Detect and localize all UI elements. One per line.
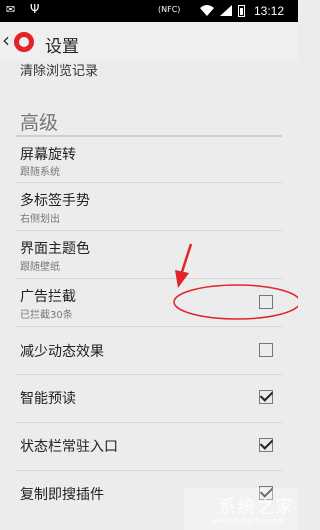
setting-title: 界面主题色: [20, 241, 90, 257]
setting-title: 多标签手势: [20, 193, 90, 209]
reduce-animation-checkbox[interactable]: [259, 343, 273, 357]
setting-reduce-animation[interactable]: 减少动态效果: [0, 327, 298, 374]
setting-subtitle: 跟随系统: [20, 167, 60, 178]
watermark-logo: 系统之家: [218, 497, 294, 518]
app-bar: ‹ 设置: [0, 22, 298, 62]
setting-title: 复制即搜插件: [20, 487, 104, 503]
setting-theme-color[interactable]: 界面主题色 跟随壁纸: [0, 231, 298, 278]
setting-subtitle: 跟随壁纸: [20, 262, 60, 273]
setting-title: 智能预读: [20, 391, 76, 407]
usb-icon: Ψ: [30, 2, 40, 16]
setting-tab-gesture[interactable]: 多标签手势 右侧划出: [0, 183, 298, 230]
statusbar-entry-checkbox[interactable]: [259, 438, 273, 452]
setting-statusbar-entry[interactable]: 状态栏常驻入口: [0, 423, 298, 470]
setting-screen-rotation[interactable]: 屏幕旋转 跟随系统: [0, 140, 298, 182]
settings-list[interactable]: 清除浏览记录 高级 屏幕旋转 跟随系统 多标签手势 右侧划出 界面主题色 跟随壁…: [0, 62, 298, 530]
section-divider: [16, 135, 282, 137]
signal-icon: [220, 5, 232, 16]
android-icon: ✉: [6, 3, 16, 16]
status-time: 13:12: [254, 4, 285, 18]
ad-block-checkbox[interactable]: [259, 295, 273, 309]
section-header-advanced: 高级: [20, 112, 59, 134]
setting-title: 屏幕旋转: [20, 147, 76, 163]
watermark-url: www.xitongzhijia.net: [211, 517, 284, 525]
setting-ad-block[interactable]: 广告拦截 已拦截30条: [0, 279, 298, 326]
back-icon[interactable]: ‹: [2, 28, 10, 52]
opera-logo-icon[interactable]: [14, 32, 34, 52]
setting-title: 广告拦截: [20, 289, 76, 305]
smart-preload-checkbox[interactable]: [259, 390, 273, 404]
setting-smart-preload[interactable]: 智能预读: [0, 375, 298, 422]
setting-subtitle: 已拦截30条: [20, 310, 73, 321]
setting-title: 状态栏常驻入口: [20, 439, 118, 455]
list-item-clear-history[interactable]: 清除浏览记录: [20, 62, 98, 79]
wifi-icon: [200, 5, 214, 16]
nfc-indicator: (NFC): [158, 5, 181, 14]
status-bar: ✉ Ψ (NFC) 13:12: [0, 0, 298, 22]
page-title: 设置: [45, 37, 79, 57]
setting-subtitle: 右侧划出: [20, 214, 60, 225]
battery-icon: [238, 5, 245, 17]
setting-title: 减少动态效果: [20, 344, 104, 360]
